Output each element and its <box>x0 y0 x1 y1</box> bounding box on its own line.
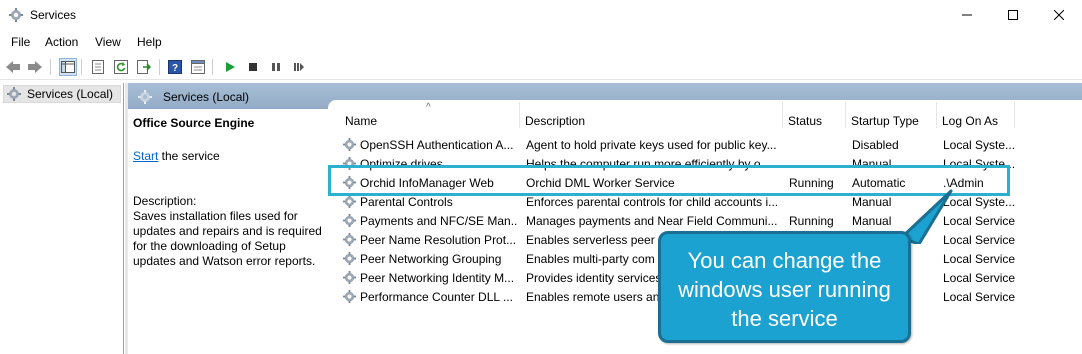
service-name: Payments and NFC/SE Man... <box>360 214 518 228</box>
view-button[interactable] <box>189 58 207 76</box>
services-gear-icon <box>138 90 152 104</box>
description-text: Saves installation files used for update… <box>133 209 322 268</box>
back-arrow-icon <box>6 61 20 73</box>
stop-icon <box>249 63 257 71</box>
column-header-startup-type[interactable]: Startup Type <box>846 102 937 128</box>
show-hide-console-tree-button[interactable] <box>59 58 77 76</box>
selected-service-name: Office Source Engine <box>133 116 255 130</box>
service-gear-icon <box>342 137 357 152</box>
minimize-button[interactable] <box>944 0 990 30</box>
pause-icon <box>272 63 280 71</box>
service-name: Performance Counter DLL ... <box>360 290 513 304</box>
callout-text: You can change the windows user running … <box>678 248 891 331</box>
service-log-on-as: Local Service <box>943 290 1016 304</box>
tree-item-services-local[interactable]: Services (Local) <box>3 85 121 103</box>
service-startup-type: Disabled <box>852 138 899 152</box>
start-service-text: Start the service <box>133 149 220 163</box>
console-tree: Services (Local) <box>0 83 124 354</box>
service-gear-icon <box>342 251 357 266</box>
start-service-suffix: the service <box>158 149 220 163</box>
help-button[interactable]: ? <box>166 58 184 76</box>
service-gear-icon <box>342 232 357 247</box>
export-list-button[interactable] <box>135 58 153 76</box>
column-header-log-on-as[interactable]: Log On As <box>937 102 1015 128</box>
restart-service-button[interactable] <box>290 58 308 76</box>
title-bar: Services <box>0 0 1082 30</box>
menu-file[interactable]: File <box>11 35 30 49</box>
services-app-icon <box>8 7 24 23</box>
svg-text:?: ? <box>172 63 178 74</box>
service-name: Peer Networking Grouping <box>360 252 502 266</box>
callout-bubble: You can change the windows user running … <box>658 231 911 343</box>
service-description: Manages payments and Near Field Communi.… <box>526 214 778 228</box>
service-gear-icon <box>342 194 357 209</box>
column-header-status[interactable]: Status <box>783 102 846 128</box>
column-header-description[interactable]: Description <box>520 102 783 128</box>
service-gear-icon <box>342 289 357 304</box>
services-gear-icon <box>7 87 21 101</box>
help-book-icon: ? <box>168 60 182 74</box>
stop-service-button[interactable] <box>244 58 262 76</box>
menu-view[interactable]: View <box>95 35 121 49</box>
service-status: Running <box>789 214 834 228</box>
forward-arrow-icon <box>28 61 42 73</box>
back-button[interactable] <box>4 58 22 76</box>
service-name: Peer Name Resolution Prot... <box>360 233 517 247</box>
service-gear-icon <box>342 270 357 285</box>
service-name: OpenSSH Authentication A... <box>360 138 514 152</box>
toolbar-separator <box>50 59 51 75</box>
menu-action[interactable]: Action <box>45 35 78 49</box>
toolbar-separator <box>159 59 160 75</box>
close-icon <box>1054 10 1064 20</box>
toolbar-separator <box>81 59 82 75</box>
service-log-on-as: Local Service <box>943 271 1016 285</box>
service-log-on-as: Local Syste... <box>943 138 1016 152</box>
toolbar-separator <box>212 59 213 75</box>
maximize-icon <box>1008 10 1018 20</box>
console-tree-icon <box>61 61 75 73</box>
window-title: Services <box>30 8 77 22</box>
refresh-button[interactable] <box>112 58 130 76</box>
service-description: Enforces parental controls for child acc… <box>526 195 778 209</box>
menu-bar: File Action View Help <box>0 31 1082 53</box>
refresh-icon <box>114 60 128 74</box>
forward-button[interactable] <box>26 58 44 76</box>
description-label: Description: <box>133 194 197 208</box>
properties-button[interactable] <box>89 58 107 76</box>
restart-icon <box>294 63 304 71</box>
maximize-button[interactable] <box>990 0 1036 30</box>
service-description: Agent to hold private keys used for publ… <box>526 138 777 152</box>
export-list-icon <box>137 60 151 74</box>
pause-service-button[interactable] <box>267 58 285 76</box>
service-name: Parental Controls <box>360 195 453 209</box>
view-icon <box>191 60 205 74</box>
start-service-button[interactable] <box>221 58 239 76</box>
pane-header-title: Services (Local) <box>163 90 250 104</box>
table-row[interactable]: Payments and NFC/SE Man... Manages paymen… <box>340 211 1082 230</box>
properties-icon <box>92 60 104 74</box>
service-log-on-as: Local Service <box>943 252 1016 266</box>
tree-item-label: Services (Local) <box>27 87 114 101</box>
service-gear-icon <box>342 213 357 228</box>
menu-help[interactable]: Help <box>137 35 162 49</box>
minimize-icon <box>962 14 972 16</box>
play-icon <box>226 62 235 72</box>
service-description-panel: Office Source Engine Start the service D… <box>133 113 323 353</box>
table-row[interactable]: OpenSSH Authentication A... Agent to hold… <box>340 135 1082 154</box>
service-name: Peer Networking Identity M... <box>360 271 515 285</box>
column-header-name[interactable]: Name <box>340 102 520 128</box>
toolbar: ? <box>0 54 1082 80</box>
start-service-link[interactable]: Start <box>133 149 158 163</box>
close-button[interactable] <box>1036 0 1082 30</box>
